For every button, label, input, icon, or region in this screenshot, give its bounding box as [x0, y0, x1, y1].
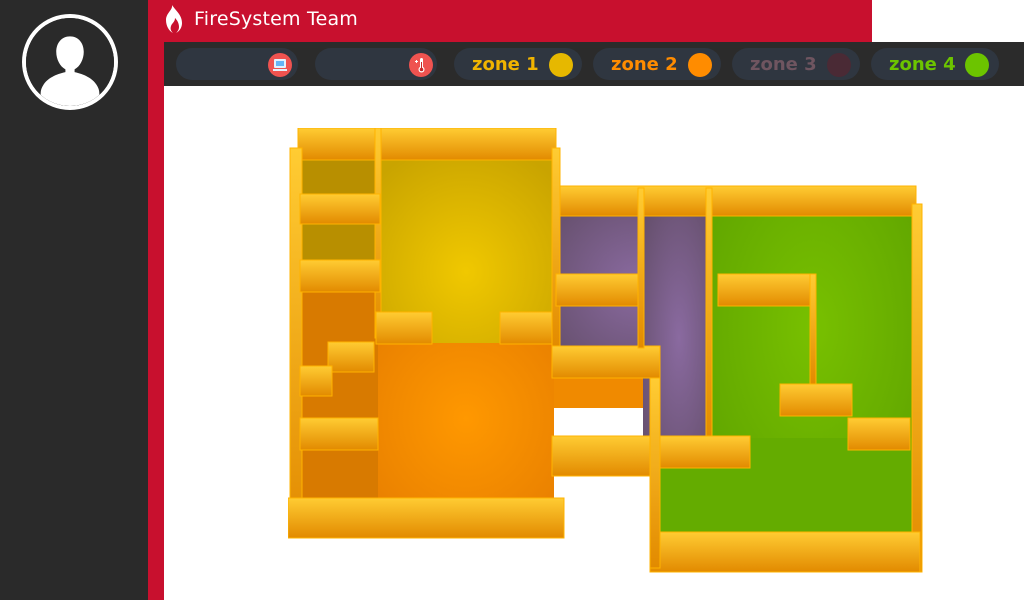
wall-zone-3-corridor [705, 187, 713, 439]
wall-north-west [297, 128, 557, 161]
accent-divider [148, 0, 164, 600]
user-silhouette-icon [26, 18, 114, 106]
wall-zone-divider-right [499, 311, 555, 345]
zone-1-button[interactable]: zone 1 [454, 48, 582, 80]
wall-zone-3-inner-1 [555, 273, 641, 307]
floor-plan [288, 128, 923, 573]
app-title: FireSystem Team [194, 8, 359, 30]
wall-zone-3-vertical [637, 187, 645, 349]
wall-mid-south [551, 435, 655, 477]
zone-1-indicator [549, 53, 573, 77]
wall-inner-3 [327, 341, 375, 373]
wall-zone-4-room [717, 273, 813, 307]
zone-3-indicator [827, 53, 851, 77]
zone-3-label: zone 3 [750, 54, 817, 75]
wall-north-east [553, 185, 917, 217]
wall-south-east [649, 531, 921, 573]
wall-east [911, 203, 923, 573]
wall-inner-2 [299, 259, 381, 293]
user-avatar[interactable] [22, 14, 118, 110]
device-pill-thermometer[interactable] [315, 48, 437, 80]
zone-2-indicator [688, 53, 712, 77]
zone-3-button[interactable]: zone 3 [732, 48, 860, 80]
zone-2-button[interactable]: zone 2 [593, 48, 721, 80]
zone-2-rooms-west [300, 263, 378, 533]
wall-inner-5 [299, 417, 379, 451]
zone-1-label: zone 1 [472, 54, 539, 75]
wall-zone-4-room-2 [779, 383, 853, 417]
wall-zone-4-room-3 [847, 417, 911, 451]
wall-east-of-zone-1 [551, 147, 561, 349]
zone-4-button[interactable]: zone 4 [871, 48, 999, 80]
flame-icon [166, 5, 182, 33]
wall-zone-divider-left [375, 311, 433, 345]
wall-inner-4 [299, 365, 333, 397]
wall-mid-vertical [374, 128, 382, 339]
wall-zone-3-south [659, 435, 751, 469]
wall-south-vertical [649, 377, 661, 569]
wall-south-west [288, 497, 565, 539]
zone-2-label: zone 2 [611, 54, 678, 75]
wall-zone-4-inner [809, 273, 817, 385]
wall-inner-1 [299, 193, 381, 225]
zone-4-label: zone 4 [889, 54, 956, 75]
thermometer-icon [409, 53, 433, 77]
computer-device-icon [268, 53, 292, 77]
device-pill-computer[interactable] [176, 48, 298, 80]
wall-zone-3-inner-2 [551, 345, 661, 379]
zone-4-indicator [965, 53, 989, 77]
